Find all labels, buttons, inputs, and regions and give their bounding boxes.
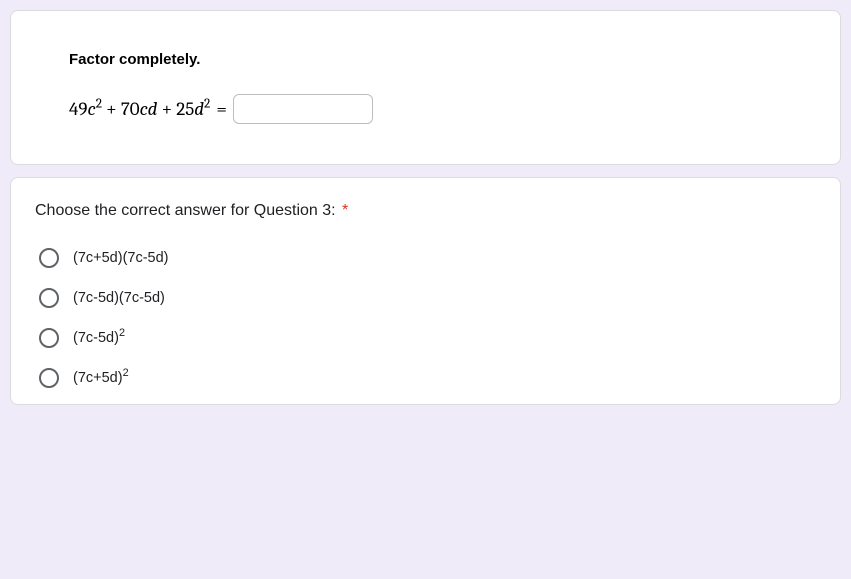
question-card-problem: Factor completely. 49c2 + 70cd + 25d2 = bbox=[10, 10, 841, 165]
radio-icon bbox=[39, 288, 59, 308]
option-row-3[interactable]: (7c+5d)2 bbox=[35, 368, 816, 388]
option-base: (7c-5d) bbox=[73, 330, 119, 346]
question-card-choice: Choose the correct answer for Question 3… bbox=[10, 177, 841, 405]
required-asterisk: * bbox=[342, 202, 348, 219]
math-expression: 49c2 + 70cd + 25d2 = bbox=[69, 94, 810, 124]
option-label: (7c-5d)(7c-5d) bbox=[73, 290, 165, 306]
option-base: (7c+5d) bbox=[73, 370, 123, 386]
option-row-2[interactable]: (7c-5d)2 bbox=[35, 328, 816, 348]
coef-1: 49 bbox=[69, 98, 87, 120]
var-2: cd bbox=[140, 98, 158, 120]
option-row-1[interactable]: (7c-5d)(7c-5d) bbox=[35, 288, 816, 308]
option-row-0[interactable]: (7c+5d)(7c-5d) bbox=[35, 248, 816, 268]
radio-icon bbox=[39, 328, 59, 348]
radio-icon bbox=[39, 368, 59, 388]
option-base: (7c+5d)(7c-5d) bbox=[73, 250, 169, 266]
answer-input[interactable] bbox=[233, 94, 373, 124]
question-title: Choose the correct answer for Question 3… bbox=[35, 202, 816, 220]
option-base: (7c-5d)(7c-5d) bbox=[73, 290, 165, 306]
option-label: (7c-5d)2 bbox=[73, 330, 125, 346]
coef-2: 70 bbox=[121, 98, 140, 120]
coef-3: 25 bbox=[176, 98, 194, 120]
var-3: d bbox=[194, 98, 204, 120]
option-label: (7c+5d)2 bbox=[73, 370, 129, 386]
option-sup: 2 bbox=[123, 367, 129, 379]
plus-1: + bbox=[102, 98, 121, 120]
equals-sign: = bbox=[216, 98, 227, 120]
plus-2: + bbox=[157, 98, 176, 120]
question-title-text: Choose the correct answer for Question 3… bbox=[35, 202, 336, 219]
math-expression-body: 49c2 + 70cd + 25d2 bbox=[69, 98, 210, 120]
option-label: (7c+5d)(7c-5d) bbox=[73, 250, 169, 266]
option-sup: 2 bbox=[119, 327, 125, 339]
radio-icon bbox=[39, 248, 59, 268]
prompt-text: Factor completely. bbox=[69, 51, 810, 68]
exp-3: 2 bbox=[204, 97, 210, 112]
var-1: c bbox=[87, 98, 95, 120]
